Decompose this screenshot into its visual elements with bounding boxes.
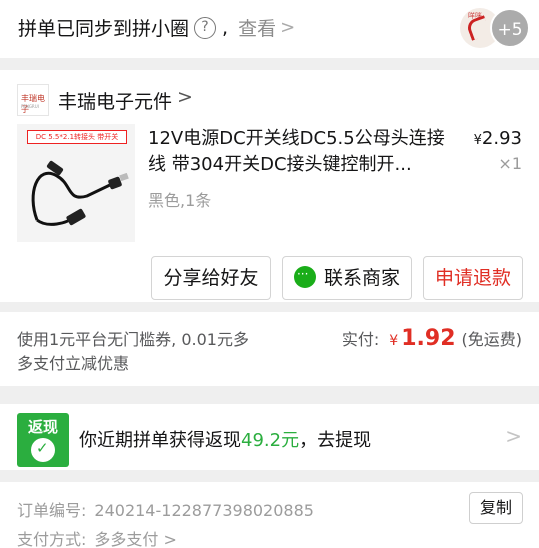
more-friends-count[interactable]: +5 (490, 8, 530, 48)
order-info: 订单编号: 240214-122877398020885 复制 支付方式: 多多支付… (0, 482, 539, 548)
cashback-badge-label: 返现 (27, 418, 58, 436)
payment-method-label: 支付方式: (17, 530, 87, 548)
payment-method-value: 多多支付 > (94, 530, 177, 548)
payment-method-row[interactable]: 支付方式: 多多支付 > (17, 526, 177, 548)
cashback-amount: 49.2元 (241, 430, 300, 451)
product-quantity: ×1 (498, 154, 522, 173)
paid-amount-row: 实付: ¥ 1.92 (免运费) (342, 326, 522, 351)
product-price: ¥2.93 (474, 128, 522, 149)
paid-currency: ¥ (389, 333, 399, 349)
cashback-text-before: 你近期拼单获得返现 (79, 430, 241, 451)
shop-logo[interactable]: 丰瑞电子 FENGRUI (17, 84, 49, 116)
product-title[interactable]: 12V电源DC开关线DC5.5公母头连接线 带304开关DC接头键控制开... (148, 126, 448, 178)
group-sync-bar[interactable]: 拼单已同步到拼小圈 ? , 查看 > 咩咪 +5 (0, 0, 539, 58)
shop-logo-subtext: FENGRUI (21, 104, 39, 109)
paid-amount: 1.92 (401, 326, 456, 351)
price-currency: ¥ (473, 133, 482, 148)
order-card: 丰瑞电子 FENGRUI 丰瑞电子元件 > DC 5.5*2.1转接头 带开关 … (0, 70, 539, 302)
product-spec: 黑色,1条 (148, 191, 212, 210)
group-sync-text-row: 拼单已同步到拼小圈 ? , 查看 > (18, 14, 295, 41)
refund-button[interactable]: 申请退款 (423, 256, 523, 300)
check-icon (31, 438, 55, 462)
share-button[interactable]: 分享给好友 (151, 256, 271, 300)
shop-name[interactable]: 丰瑞电子元件 (58, 87, 172, 114)
chat-icon (293, 253, 316, 295)
view-link[interactable]: 查看 (238, 14, 276, 41)
shipping-note: (免运费) (461, 330, 523, 349)
chevron-right-icon[interactable]: > (505, 424, 522, 448)
price-value: 2.93 (481, 128, 522, 149)
help-icon[interactable]: ? (194, 16, 217, 39)
shop-chevron-right-icon[interactable]: > (177, 86, 193, 108)
comma: , (222, 16, 229, 39)
cashback-badge: 返现 (17, 413, 69, 467)
product-thumbnail-tag: DC 5.5*2.1转接头 带开关 (27, 130, 127, 144)
group-sync-text: 拼单已同步到拼小圈 (18, 18, 190, 40)
contact-seller-button[interactable]: 联系商家 (282, 253, 412, 300)
cashback-banner[interactable]: 返现 你近期拼单获得返现49.2元，去提现 > (0, 404, 539, 470)
payment-summary: 使用1元平台无门槛券, 0.01元多多支付立减优惠 实付: ¥ 1.92 (免运… (0, 312, 539, 386)
order-number-value: 240214-122877398020885 (94, 501, 314, 520)
coupon-text: 使用1元平台无门槛券, 0.01元多多支付立减优惠 (17, 330, 249, 373)
chevron-right-icon: > (280, 17, 296, 38)
paid-label: 实付: (341, 330, 380, 349)
cashback-text-after: ，去提现 (299, 430, 372, 451)
order-number-row: 订单编号: 240214-122877398020885 (17, 497, 314, 521)
order-number-label: 订单编号: (17, 501, 87, 520)
cashback-text: 你近期拼单获得返现49.2元，去提现 (79, 426, 371, 452)
contact-seller-label: 联系商家 (323, 267, 400, 289)
copy-button[interactable]: 复制 (469, 492, 523, 524)
product-thumbnail[interactable]: DC 5.5*2.1转接头 带开关 (17, 124, 135, 242)
